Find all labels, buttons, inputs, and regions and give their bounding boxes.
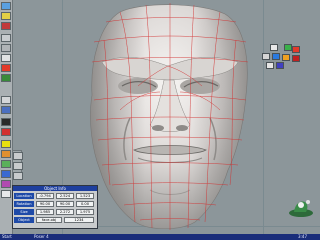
location-label: Location [14,193,34,199]
rotate-icon[interactable] [1,12,11,20]
select-icon[interactable] [1,34,11,42]
location-z-field[interactable]: 1.523 [76,193,94,199]
size-z-field[interactable]: 1.975 [76,209,94,215]
app-window: Object Info Location -0.794 2.524 1.523 … [0,0,320,240]
stamp-icon[interactable] [282,54,290,61]
texture-icon[interactable] [1,150,11,158]
taskbar-app-button[interactable]: Poser 4 [34,234,49,240]
location-row: Location -0.794 2.524 1.523 [14,193,98,199]
rotation-label: Rotation [14,201,34,207]
tool-palette [262,44,306,70]
object-info-panel: Object Info Location -0.794 2.524 1.523 … [12,185,98,229]
paint-icon[interactable] [1,180,11,188]
morph-icon[interactable] [1,170,11,178]
object-label: Object [14,217,34,223]
rotation-y-field[interactable]: 90.00 [56,201,74,207]
size-row: Size 1.985 2.272 1.975 [14,209,98,215]
brush-icon[interactable] [284,44,292,51]
location-x-field[interactable]: -0.794 [36,193,54,199]
wire-icon[interactable] [1,128,11,136]
undo-icon[interactable] [13,152,23,160]
rotation-x-field[interactable]: 90.00 [36,201,54,207]
light-icon[interactable] [1,54,11,62]
layer-icon[interactable] [1,190,11,198]
size-x-field[interactable]: 1.985 [36,209,54,215]
taskbar: Start Poser 4 3:47 [0,234,320,240]
material-icon[interactable] [1,74,11,82]
render-icon[interactable] [1,64,11,72]
pan-icon[interactable] [1,106,11,114]
object-extra-field[interactable]: 1234 [64,217,94,223]
object-row: Object face.obj 1234 [14,217,98,223]
eyedropper-icon[interactable] [262,53,270,60]
zoom-icon[interactable] [1,96,11,104]
object-name-field[interactable]: face.obj [36,217,62,223]
reset-icon[interactable] [13,172,23,180]
palette-color-icon[interactable] [276,62,284,69]
panel-title: Object Info [13,186,97,191]
scale-icon[interactable] [1,22,11,30]
palette-swatch-icon[interactable] [266,62,274,69]
taskbar-clock: 3:47 [298,234,307,239]
redo-icon[interactable] [13,162,23,170]
app-logo-icon [289,200,313,217]
size-y-field[interactable]: 2.272 [56,209,74,215]
size-label: Size [14,209,34,215]
location-y-field[interactable]: 2.524 [56,193,74,199]
shade-icon[interactable] [1,140,11,148]
rotation-row: Rotation 90.00 90.00 0.00 [14,201,98,207]
eraser-icon[interactable] [292,46,300,53]
paint-bucket-icon[interactable] [270,44,278,51]
bone-icon[interactable] [1,160,11,168]
fill-icon[interactable] [292,55,300,62]
move-icon[interactable] [1,2,11,10]
camera-icon[interactable] [1,44,11,52]
smooth-icon[interactable] [272,53,280,60]
grid-icon[interactable] [1,118,11,126]
sub-toolbar [12,150,23,180]
start-button[interactable]: Start [2,234,12,240]
rotation-z-field[interactable]: 0.00 [76,201,94,207]
